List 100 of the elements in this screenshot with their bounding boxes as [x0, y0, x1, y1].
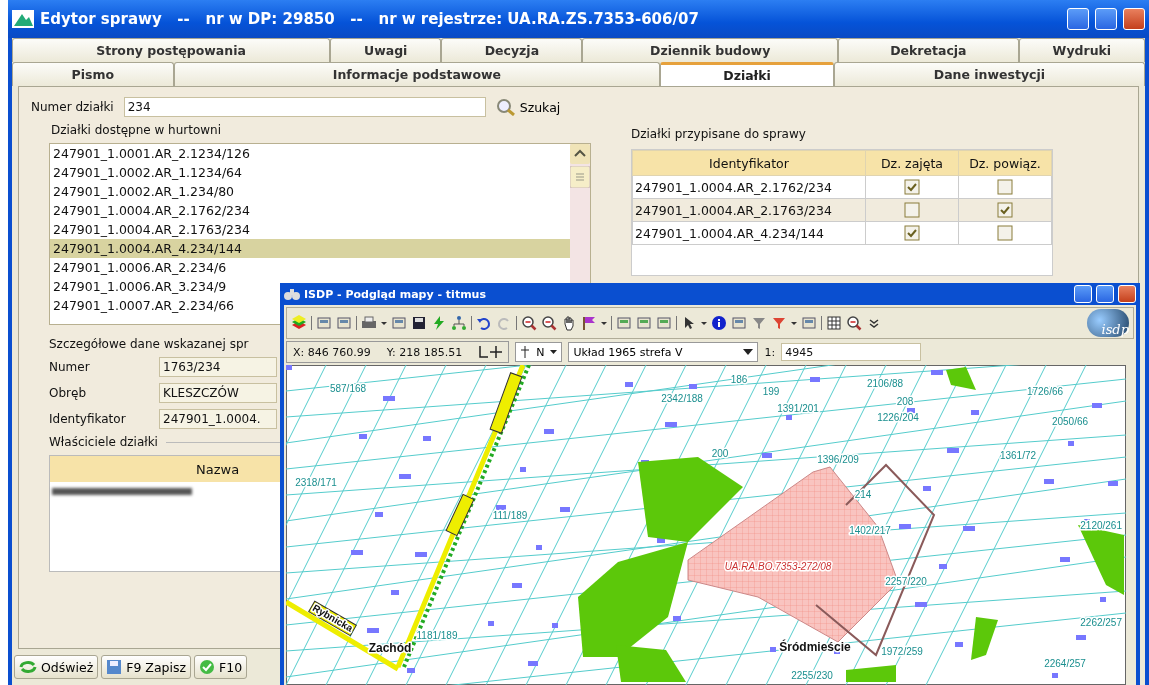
parcel-label: 2120/261: [1080, 520, 1122, 531]
checkbox[interactable]: [904, 202, 920, 218]
table-cell: 247901_1.0004.AR_2.1762/234: [632, 175, 866, 199]
close-button[interactable]: [1123, 8, 1145, 30]
section-label: Właściciele działki: [49, 435, 158, 449]
tab[interactable]: Działki: [660, 62, 834, 86]
field-label: Identyfikator: [49, 412, 127, 426]
tab[interactable]: Wydruki: [1018, 38, 1145, 62]
toolbar-button[interactable]: Odśwież: [14, 655, 99, 679]
parcel-label: 1972/259: [881, 646, 923, 657]
close-button[interactable]: [1118, 285, 1136, 303]
window-title: ISDP - Podgląd mapy - titmus: [304, 287, 486, 301]
parcel-label: 1396/209: [817, 454, 859, 465]
list-item[interactable]: 247901_1.0004.AR_2.1762/234: [50, 201, 570, 220]
printer-icon[interactable]: [361, 315, 377, 331]
flag-icon[interactable]: [581, 315, 597, 331]
undo-icon[interactable]: [476, 315, 492, 331]
parcel-label: 1226/204: [877, 412, 919, 423]
field-label: Numer działki: [31, 100, 114, 114]
parcel-label: 1402/217: [849, 525, 891, 536]
filter-icon[interactable]: [751, 315, 767, 331]
text-field[interactable]: 1763/234: [159, 357, 277, 377]
scroll-thumb[interactable]: [570, 166, 590, 188]
text-field[interactable]: 247901_1.0004.: [159, 409, 277, 429]
coordinate-y: Y: 218 185.51: [386, 345, 463, 359]
parcel-label: 186: [730, 374, 748, 385]
filter-clear-icon[interactable]: [771, 315, 787, 331]
list-item[interactable]: 247901_1.0004.AR_2.1763/234: [50, 220, 570, 239]
parcel-label: 208: [896, 396, 914, 407]
case-label: UA.RA.BO.7353-272/08: [724, 561, 832, 572]
tab[interactable]: Uwagi: [330, 38, 442, 62]
minimize-button[interactable]: [1074, 285, 1092, 303]
parcel-label: 200: [711, 448, 729, 459]
scale-label: 1:: [764, 345, 776, 359]
hand-icon[interactable]: [561, 315, 577, 331]
caret-icon: [550, 349, 558, 355]
tab[interactable]: Dane inwestycji: [833, 62, 1145, 86]
grid-icon[interactable]: [826, 315, 842, 331]
tab[interactable]: Pismo: [12, 62, 174, 86]
info-icon[interactable]: [711, 315, 727, 331]
parcel-label: 1181/189: [416, 630, 458, 641]
column-header[interactable]: Dz. zajęta: [865, 150, 959, 176]
coordinate-x: X: 846 760.99: [293, 345, 371, 359]
toolbar-button[interactable]: F10: [194, 655, 248, 679]
checkbox[interactable]: [997, 202, 1013, 218]
parcel-label: 2262/257: [1080, 617, 1122, 628]
tab[interactable]: Strony postępowania: [12, 38, 331, 62]
caret-icon: [743, 349, 754, 355]
tree-icon[interactable]: [451, 315, 467, 331]
toolbar-button[interactable]: F9 Zapisz: [101, 655, 192, 679]
search-field[interactable]: 234: [123, 97, 486, 117]
maximize-button[interactable]: [1095, 8, 1117, 30]
tab[interactable]: Dekretacja: [837, 38, 1019, 62]
parcel-label: 2318/171: [295, 477, 337, 488]
window-title: Edytor sprawy -- nr w DP: 29850 -- nr w rejestrze: UA.RA.ZS.7353-606/07: [40, 10, 700, 28]
list-item[interactable]: 247901_1.0006.AR_2.234/6: [50, 258, 570, 277]
table-cell: 247901_1.0004.AR_4.234/144: [632, 221, 866, 245]
parcel-label: 1391/201: [777, 403, 819, 414]
tab[interactable]: Dziennik budowy: [582, 38, 838, 62]
checkmark-icon: [199, 659, 216, 675]
parcel-label: 111/189: [492, 510, 528, 521]
checkbox[interactable]: [904, 225, 920, 241]
list-item[interactable]: 247901_1.0004.AR_4.234/144: [50, 239, 570, 258]
text-field[interactable]: KLESZCZÓW: [159, 383, 277, 403]
north-dropdown[interactable]: N: [515, 342, 563, 362]
checkbox[interactable]: [997, 179, 1013, 195]
list-item[interactable]: 247901_1.0002.AR_1.234/80: [50, 182, 570, 201]
cadastral-map-drawing[interactable]: [286, 365, 1126, 685]
zoom-out-icon[interactable]: [541, 315, 557, 331]
tab[interactable]: Decyzja: [441, 38, 583, 62]
tab[interactable]: Informacje podstawowe: [173, 62, 661, 86]
scroll-up-button[interactable]: [570, 144, 590, 164]
crs-dropdown[interactable]: Układ 1965 strefa V: [568, 342, 759, 362]
checkbox[interactable]: [997, 225, 1013, 241]
field-label: Obręb: [49, 386, 87, 400]
parcel-label: 1726/66: [1026, 386, 1064, 397]
parcel-label: 2264/257: [1044, 658, 1086, 669]
maximize-button[interactable]: [1096, 285, 1114, 303]
section-label: Działki przypisane do sprawy: [631, 127, 807, 141]
list-item[interactable]: 247901_1.0002.AR_1.1234/64: [50, 163, 570, 182]
save-icon: [106, 659, 123, 675]
parcel-label: 2106/88: [866, 378, 904, 389]
column-header[interactable]: Identyfikator: [632, 150, 866, 176]
field-label: Numer: [49, 360, 91, 374]
parcel-label: 2342/188: [661, 393, 703, 404]
minimize-button[interactable]: [1067, 8, 1089, 30]
scale-field[interactable]: 4945: [781, 343, 922, 361]
column-header[interactable]: Dz. powiąz.: [958, 150, 1052, 176]
layers-icon[interactable]: [291, 315, 307, 331]
section-label: Szczegółowe dane wskazanej spr: [49, 337, 250, 351]
parcel-label: 199: [762, 386, 780, 397]
app-icon: [12, 10, 34, 28]
list-item[interactable]: 247901_1.0001.AR_2.1234/126: [50, 144, 570, 163]
search-button[interactable]: Szukaj: [495, 98, 561, 116]
parcel-label: 1361/72: [999, 450, 1037, 461]
table-cell: 247901_1.0004.AR_2.1763/234: [632, 198, 866, 222]
checkbox[interactable]: [904, 179, 920, 195]
parcel-label: 2255/230: [791, 670, 833, 681]
axes-icon[interactable]: [478, 345, 503, 359]
save-icon[interactable]: [411, 315, 427, 331]
